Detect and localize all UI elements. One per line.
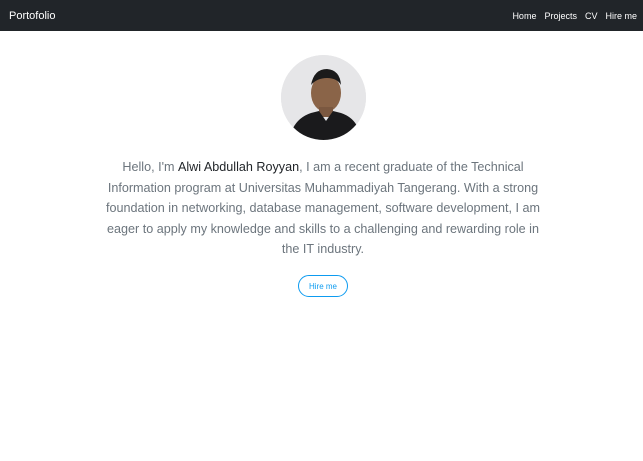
brand-link[interactable]: Portofolio <box>9 10 55 22</box>
nav-link-cv[interactable]: CV <box>585 11 598 21</box>
intro-greeting: Hello, I'm <box>122 160 178 174</box>
profile-name: Alwi Abdullah Royyan <box>177 160 300 174</box>
top-navbar: Portofolio Home Projects CV Hire me <box>0 0 643 31</box>
nav-link-hire-me[interactable]: Hire me <box>605 11 637 21</box>
intro-description: , I am a recent graduate of the Technica… <box>105 160 541 256</box>
intro-paragraph: Hello, I'm Alwi Abdullah Royyan, I am a … <box>98 157 548 260</box>
avatar-photo-illustration <box>281 55 366 140</box>
nav-links: Home Projects CV Hire me <box>504 11 637 21</box>
hire-me-button[interactable]: Hire me <box>298 275 348 297</box>
nav-link-projects[interactable]: Projects <box>544 11 577 21</box>
nav-link-home[interactable]: Home <box>512 11 536 21</box>
profile-avatar <box>281 55 366 140</box>
